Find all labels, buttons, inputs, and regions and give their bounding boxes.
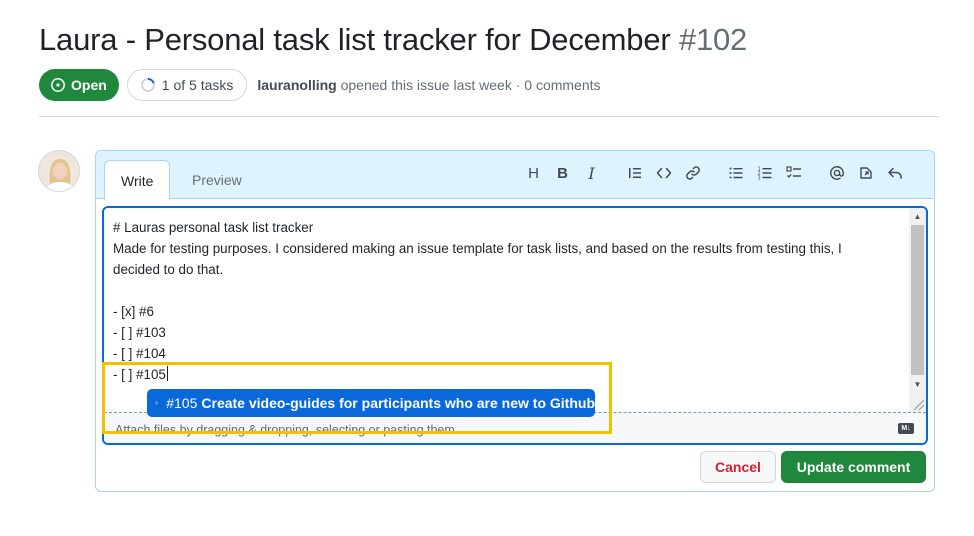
progress-ring-icon bbox=[140, 77, 155, 92]
scroll-down-arrow-icon[interactable]: ▼ bbox=[909, 376, 926, 393]
issue-byline: lauranolling opened this issue last week… bbox=[257, 77, 600, 93]
unordered-list-icon[interactable] bbox=[721, 162, 750, 184]
ordered-list-icon[interactable]: 123 bbox=[750, 162, 779, 184]
issue-title: Laura - Personal task list tracker for D… bbox=[39, 22, 747, 58]
quote-icon[interactable] bbox=[620, 162, 649, 184]
body-line: Made for testing purposes. I considered … bbox=[113, 241, 842, 256]
body-line: - [ ] #104 bbox=[113, 346, 166, 361]
mention-icon[interactable] bbox=[822, 162, 851, 184]
status-label: Open bbox=[71, 76, 107, 93]
tab-preview[interactable]: Preview bbox=[176, 160, 258, 200]
header-divider bbox=[39, 116, 939, 117]
update-comment-button[interactable]: Update comment bbox=[781, 451, 926, 483]
task-list-icon[interactable] bbox=[779, 162, 808, 184]
bold-icon[interactable]: B bbox=[548, 162, 577, 184]
scroll-up-arrow-icon[interactable]: ▲ bbox=[909, 208, 926, 225]
tasks-count: 1 of 5 tasks bbox=[161, 76, 234, 93]
svg-text:3: 3 bbox=[757, 176, 760, 182]
open-status-badge: Open bbox=[39, 68, 119, 101]
reply-icon[interactable] bbox=[880, 162, 909, 184]
body-line: decided to do that. bbox=[113, 262, 224, 277]
link-icon[interactable] bbox=[678, 162, 707, 184]
reference-icon[interactable] bbox=[851, 162, 880, 184]
body-line: - [ ] #103 bbox=[113, 325, 166, 340]
markdown-icon[interactable]: M↓ bbox=[898, 423, 914, 434]
issue-open-icon bbox=[51, 77, 65, 92]
tab-write[interactable]: Write bbox=[104, 160, 171, 200]
markdown-toolbar: H B I 123 bbox=[519, 162, 909, 184]
comment-body-text: # Lauras personal task list tracker Made … bbox=[113, 217, 903, 385]
body-line: - [x] #6 bbox=[113, 304, 154, 319]
issue-suggestion-item[interactable]: #105 Create video-guides for participant… bbox=[147, 389, 595, 417]
issue-number: #102 bbox=[678, 22, 748, 57]
byline-text: opened this issue last week · 0 comments bbox=[340, 76, 601, 93]
issue-open-icon bbox=[155, 401, 159, 405]
code-icon[interactable] bbox=[649, 162, 678, 184]
heading-icon[interactable]: H bbox=[519, 162, 548, 184]
author-link[interactable]: lauranolling bbox=[257, 77, 336, 93]
resize-handle-icon[interactable] bbox=[911, 397, 925, 411]
editor-header: Write Preview H B I 123 bbox=[96, 151, 934, 200]
body-line: # Lauras personal task list tracker bbox=[113, 220, 314, 235]
textarea-scrollbar[interactable]: ▲ ▼ bbox=[909, 208, 926, 412]
cancel-button[interactable]: Cancel bbox=[700, 451, 776, 483]
issue-meta: Open 1 of 5 tasks lauranolling opened th… bbox=[39, 68, 601, 101]
italic-icon[interactable]: I bbox=[577, 162, 606, 184]
scroll-thumb[interactable] bbox=[911, 225, 924, 375]
suggestion-number: #105 bbox=[166, 395, 198, 411]
body-line bbox=[113, 280, 903, 301]
avatar[interactable] bbox=[38, 150, 80, 192]
issue-title-text: Laura - Personal task list tracker for D… bbox=[39, 22, 671, 57]
suggestion-title: Create video-guides for participants who… bbox=[201, 395, 595, 411]
tasks-progress-pill[interactable]: 1 of 5 tasks bbox=[126, 68, 248, 101]
